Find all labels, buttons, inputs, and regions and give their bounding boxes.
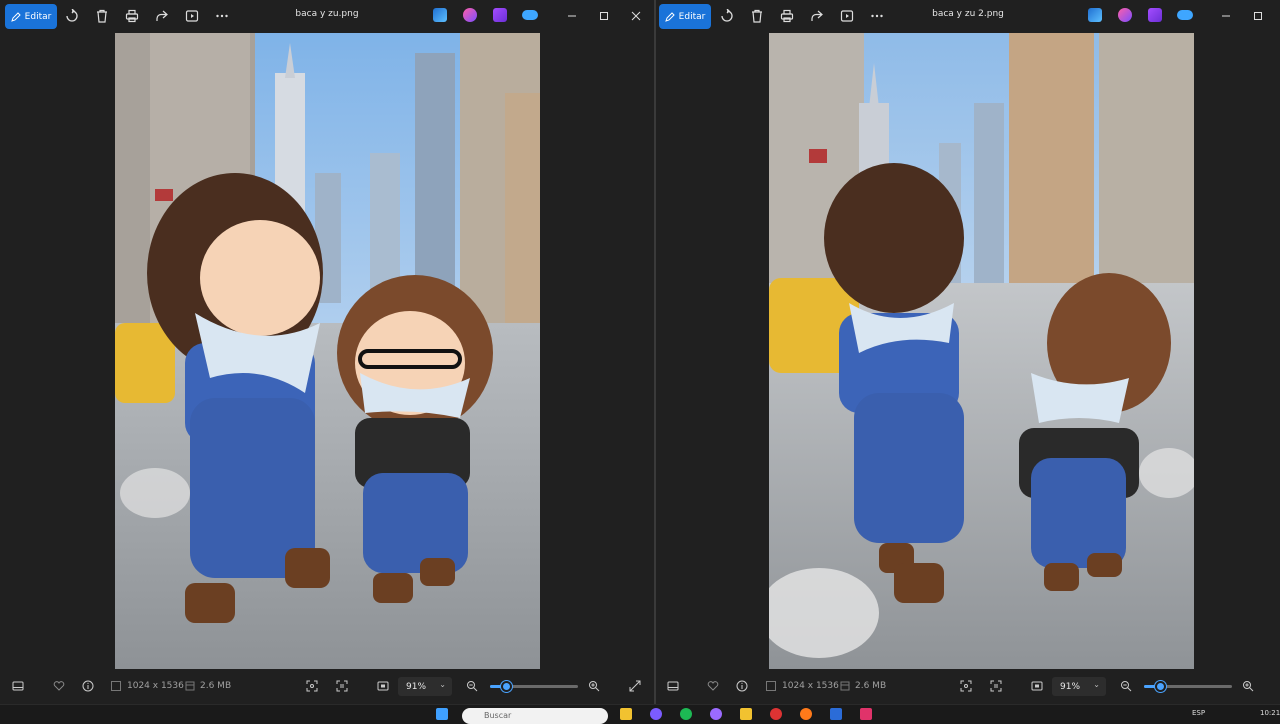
rotate-icon[interactable] [62,6,82,26]
zoom-out-icon[interactable] [465,679,479,693]
edit-icon [664,11,675,22]
file-size: 2.6 MB [200,681,232,691]
file-size: 2.6 MB [855,681,887,691]
chevron-down-icon: ⌄ [439,680,446,689]
photo-image [115,33,540,669]
edit-icon [10,11,21,22]
file-size-icon [838,679,852,693]
rotate-icon[interactable] [717,6,737,26]
visual-search-icon[interactable] [959,679,973,693]
minimize-icon[interactable] [562,6,582,26]
image-dimensions: 1024 x 1536 [127,681,184,691]
dimensions-icon [764,679,778,693]
designer-icon[interactable] [463,8,477,22]
zoom-in-icon[interactable] [1241,679,1255,693]
taskbar: Buscar ESP 10:21 [0,704,1280,724]
edit-button[interactable]: Editar [659,4,711,29]
close-icon[interactable] [626,6,646,26]
edit-label: Editar [678,11,706,22]
fit-icon[interactable] [376,679,390,693]
clipchamp-icon[interactable] [433,8,447,22]
share-icon[interactable] [152,6,172,26]
heart-icon[interactable] [52,679,66,693]
photo-canvas[interactable] [115,33,540,669]
toolbar: Editar baca y zu.png [0,0,654,32]
create-icon[interactable] [493,8,507,22]
minimize-icon[interactable] [1216,6,1236,26]
clock[interactable]: 10:21 [1260,709,1280,717]
slideshow-icon[interactable] [182,6,202,26]
more-icon[interactable] [212,6,232,26]
print-icon[interactable] [777,6,797,26]
app-icon[interactable] [710,708,722,720]
zoom-slider-thumb[interactable] [1154,681,1166,692]
status-bar: 1024 x 1536 2.6 MB 91% ⌄ [0,674,654,698]
share-icon[interactable] [807,6,827,26]
zoom-slider[interactable] [1144,681,1232,692]
photo-image [769,33,1194,669]
print-icon[interactable] [122,6,142,26]
slideshow-icon[interactable] [837,6,857,26]
zoom-in-icon[interactable] [587,679,601,693]
notes-icon[interactable] [740,708,752,720]
photos-window-left: Editar baca y zu.png 1024 x 1536 2.6 MB … [0,0,654,704]
file-size-icon [183,679,197,693]
chevron-down-icon: ⌄ [1093,680,1100,689]
app-icon[interactable] [860,708,872,720]
text-scan-icon[interactable] [335,679,349,693]
maximize-icon[interactable] [594,6,614,26]
designer-icon[interactable] [1118,8,1132,22]
edit-label: Editar [24,11,52,22]
trash-icon[interactable] [92,6,112,26]
info-icon[interactable] [735,679,749,693]
zoom-value: 91% [1060,681,1081,692]
status-bar: 1024 x 1536 2.6 MB 91% ⌄ [656,674,1280,698]
info-icon[interactable] [81,679,95,693]
toolbar: Editar baca y zu 2.png [656,0,1280,32]
zoom-slider[interactable] [490,681,578,692]
window-title: baca y zu 2.png [932,9,1004,19]
trash-icon[interactable] [747,6,767,26]
heart-icon[interactable] [706,679,720,693]
zoom-select[interactable]: 91% ⌄ [1052,677,1106,696]
photos-window-right: Editar baca y zu 2.png 1024 x 1536 2.6 M… [656,0,1280,704]
zoom-select[interactable]: 91% ⌄ [398,677,452,696]
browser-icon[interactable] [770,708,782,720]
file-explorer-icon[interactable] [620,708,632,720]
filmstrip-icon[interactable] [11,679,25,693]
image-dimensions: 1024 x 1536 [782,681,839,691]
visual-search-icon[interactable] [305,679,319,693]
expand-icon[interactable] [628,679,642,693]
firefox-icon[interactable] [800,708,812,720]
language-indicator[interactable]: ESP [1192,709,1205,717]
text-scan-icon[interactable] [989,679,1003,693]
taskbar-search[interactable]: Buscar [462,708,608,724]
edit-button[interactable]: Editar [5,4,57,29]
start-icon[interactable] [436,708,448,720]
onedrive-icon[interactable] [1177,10,1193,20]
clipchamp-icon[interactable] [1088,8,1102,22]
photos-icon[interactable] [830,708,842,720]
fit-icon[interactable] [1030,679,1044,693]
spotify-icon[interactable] [680,708,692,720]
zoom-slider-thumb[interactable] [500,681,512,692]
create-icon[interactable] [1148,8,1162,22]
dimensions-icon [109,679,123,693]
window-title: baca y zu.png [295,9,359,19]
maximize-icon[interactable] [1248,6,1268,26]
search-placeholder: Buscar [484,711,512,720]
photo-canvas[interactable] [769,33,1194,669]
more-icon[interactable] [867,6,887,26]
teams-icon[interactable] [650,708,662,720]
zoom-value: 91% [406,681,427,692]
zoom-out-icon[interactable] [1119,679,1133,693]
onedrive-icon[interactable] [522,10,538,20]
filmstrip-icon[interactable] [666,679,680,693]
